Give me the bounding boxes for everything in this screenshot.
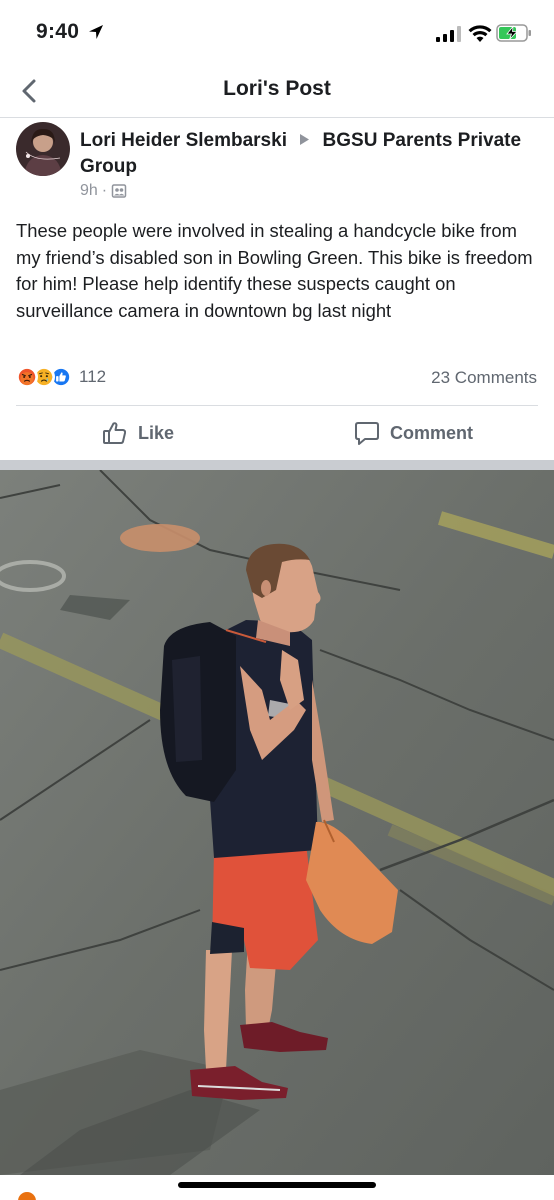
triangle-right-icon [300, 134, 310, 145]
location-arrow-icon [89, 25, 103, 39]
thumbs-up-icon [103, 422, 127, 444]
post-time[interactable]: 9h [80, 182, 98, 200]
divider [16, 405, 538, 406]
post-text: These people were involved in stealing a… [16, 220, 533, 321]
comment-button[interactable]: Comment [354, 416, 473, 450]
status-bar: 9:40 [0, 0, 554, 66]
battery-charging-icon [496, 24, 531, 42]
reaction-count: 112 [79, 367, 107, 386]
wifi-icon [468, 25, 492, 42]
section-separator [0, 460, 554, 470]
avatar-image [16, 122, 70, 176]
nav-bar: Lori's Post [0, 66, 554, 118]
comment-icon [355, 422, 379, 445]
post-photo[interactable] [0, 470, 554, 1175]
angry-reaction-icon [16, 366, 38, 388]
group-icon [111, 184, 127, 198]
status-time: 9:40 [36, 20, 80, 43]
post-card: Lori Heider Slembarski BGSU Parents Priv… [0, 118, 554, 460]
reactions-summary[interactable]: 112 [16, 366, 106, 388]
like-label: Like [138, 422, 175, 443]
comments-count[interactable]: 23 Comments [431, 368, 537, 388]
cellular-signal-icon [436, 26, 461, 42]
avatar[interactable] [16, 122, 70, 176]
comment-label: Comment [390, 422, 474, 443]
like-button[interactable]: Like [102, 416, 174, 450]
page-title: Lori's Post [223, 77, 331, 100]
surveillance-image [0, 470, 554, 1175]
reaction-dot-icon [18, 1192, 36, 1200]
post-header: Lori Heider Slembarski BGSU Parents Priv… [80, 128, 540, 180]
post-meta: 9h · [80, 182, 127, 200]
home-indicator[interactable] [178, 1182, 376, 1188]
author-name[interactable]: Lori Heider Slembarski [80, 130, 287, 151]
meta-dot: · [101, 182, 108, 199]
